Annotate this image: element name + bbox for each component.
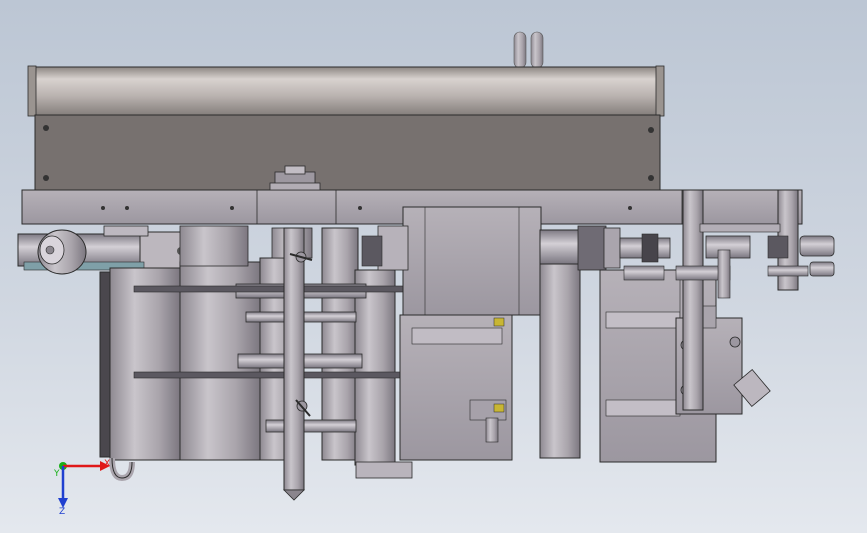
z-axis-label: Z [59,507,65,517]
bottom-hook [109,457,135,482]
main-tube [27,65,665,117]
top-inlet-tubes [513,31,544,69]
x-axis-label: X [104,459,110,469]
dark-panel [34,114,661,191]
left-knob [37,229,87,275]
axis-triad[interactable]: X Y Z [53,459,110,517]
model-canvas[interactable]: X Y Z [0,0,867,533]
y-axis-label: Y [53,469,60,479]
cad-viewport[interactable]: X Y Z [0,0,867,533]
